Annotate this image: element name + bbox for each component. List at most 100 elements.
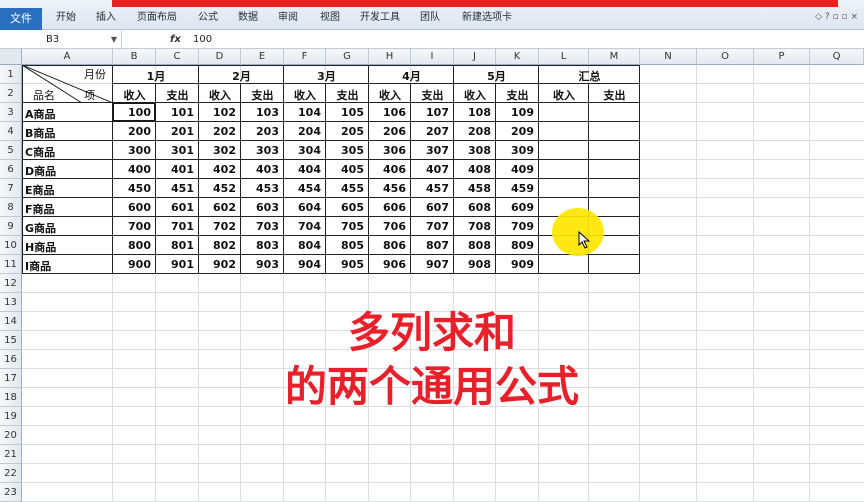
income-cell[interactable]: 400 [113,163,156,176]
column-header[interactable]: Q [810,49,864,65]
ribbon-tab[interactable]: 开始 [56,8,76,28]
window-controls[interactable]: ◇ ? ▫ ▫ × [815,12,858,22]
expense-cell[interactable]: 607 [411,201,454,214]
ribbon-tab[interactable]: 视图 [320,8,340,28]
income-cell[interactable]: 904 [284,258,326,271]
row-header[interactable]: 6 [0,160,22,179]
income-cell[interactable]: 600 [113,201,156,214]
income-cell[interactable]: 406 [369,163,411,176]
income-cell[interactable]: 902 [199,258,241,271]
row-header[interactable]: 19 [0,407,22,426]
income-cell[interactable]: 206 [369,125,411,138]
ribbon-tab[interactable]: 团队 [420,8,440,28]
row-header[interactable]: 21 [0,445,22,464]
expense-cell[interactable]: 309 [496,144,539,157]
income-cell[interactable]: 402 [199,163,241,176]
expense-cell[interactable]: 405 [326,163,369,176]
row-header[interactable]: 14 [0,312,22,331]
income-cell[interactable]: 704 [284,220,326,233]
ribbon-tab[interactable]: 审阅 [278,8,298,28]
expense-cell[interactable]: 701 [156,220,199,233]
expense-cell[interactable]: 101 [156,106,199,119]
column-header[interactable]: C [156,49,199,65]
expense-cell[interactable]: 709 [496,220,539,233]
formula-input[interactable]: 100 [193,31,212,48]
row-header[interactable]: 10 [0,236,22,255]
income-cell[interactable]: 200 [113,125,156,138]
income-cell[interactable]: 108 [454,106,496,119]
ribbon-tab[interactable]: 开发工具 [360,8,400,28]
column-header[interactable]: F [284,49,326,65]
row-header[interactable]: 5 [0,141,22,160]
expense-cell[interactable]: 705 [326,220,369,233]
row-header[interactable]: 11 [0,255,22,274]
expense-cell[interactable]: 807 [411,239,454,252]
income-cell[interactable]: 202 [199,125,241,138]
chevron-down-icon[interactable]: ▼ [111,31,117,48]
row-header[interactable]: 13 [0,293,22,312]
income-cell[interactable]: 708 [454,220,496,233]
row-header[interactable]: 16 [0,350,22,369]
income-cell[interactable]: 300 [113,144,156,157]
income-cell[interactable]: 908 [454,258,496,271]
expense-cell[interactable]: 105 [326,106,369,119]
row-header[interactable]: 3 [0,103,22,122]
expense-cell[interactable]: 605 [326,201,369,214]
income-cell[interactable]: 806 [369,239,411,252]
income-cell[interactable]: 706 [369,220,411,233]
expense-cell[interactable]: 409 [496,163,539,176]
expense-cell[interactable]: 901 [156,258,199,271]
active-cell-selection[interactable] [112,102,156,122]
column-header[interactable]: E [241,49,284,65]
income-cell[interactable]: 104 [284,106,326,119]
expense-cell[interactable]: 459 [496,182,539,195]
expense-cell[interactable]: 603 [241,201,284,214]
expense-cell[interactable]: 207 [411,125,454,138]
spreadsheet-grid[interactable]: A B C D E F G H I J K L M N O P Q 1 2 3 4 5 6 7 8 9 10 11 12 13 14 15 16… [0,49,864,502]
income-cell[interactable]: 800 [113,239,156,252]
row-header[interactable]: 12 [0,274,22,293]
income-cell[interactable]: 906 [369,258,411,271]
expense-cell[interactable]: 909 [496,258,539,271]
column-header[interactable]: M [589,49,640,65]
column-header[interactable]: L [539,49,589,65]
row-header[interactable]: 22 [0,464,22,483]
select-all-corner[interactable] [0,49,22,65]
income-cell[interactable]: 408 [454,163,496,176]
expense-cell[interactable]: 801 [156,239,199,252]
income-cell[interactable]: 604 [284,201,326,214]
income-cell[interactable]: 700 [113,220,156,233]
file-tab[interactable]: 文件 [0,8,42,30]
expense-cell[interactable]: 301 [156,144,199,157]
expense-cell[interactable]: 905 [326,258,369,271]
income-cell[interactable]: 802 [199,239,241,252]
ribbon-tab[interactable]: 页面布局 [137,8,177,28]
expense-cell[interactable]: 403 [241,163,284,176]
expense-cell[interactable]: 303 [241,144,284,157]
column-header[interactable]: B [113,49,156,65]
expense-cell[interactable]: 201 [156,125,199,138]
income-cell[interactable]: 456 [369,182,411,195]
expense-cell[interactable]: 707 [411,220,454,233]
income-cell[interactable]: 308 [454,144,496,157]
column-header[interactable]: D [199,49,241,65]
income-cell[interactable]: 204 [284,125,326,138]
income-cell[interactable]: 302 [199,144,241,157]
expense-cell[interactable]: 209 [496,125,539,138]
expense-cell[interactable]: 805 [326,239,369,252]
row-header[interactable]: 8 [0,198,22,217]
ribbon-tab[interactable]: 插入 [96,8,116,28]
row-header[interactable]: 7 [0,179,22,198]
income-cell[interactable]: 404 [284,163,326,176]
expense-cell[interactable]: 609 [496,201,539,214]
column-header[interactable]: O [697,49,754,65]
ribbon-tab[interactable]: 数据 [238,8,258,28]
expense-cell[interactable]: 809 [496,239,539,252]
row-header[interactable]: 20 [0,426,22,445]
name-box[interactable]: B3 ▼ [0,31,122,48]
row-header[interactable]: 2 [0,84,22,103]
row-header[interactable]: 9 [0,217,22,236]
expense-cell[interactable]: 903 [241,258,284,271]
income-cell[interactable]: 606 [369,201,411,214]
expense-cell[interactable]: 107 [411,106,454,119]
